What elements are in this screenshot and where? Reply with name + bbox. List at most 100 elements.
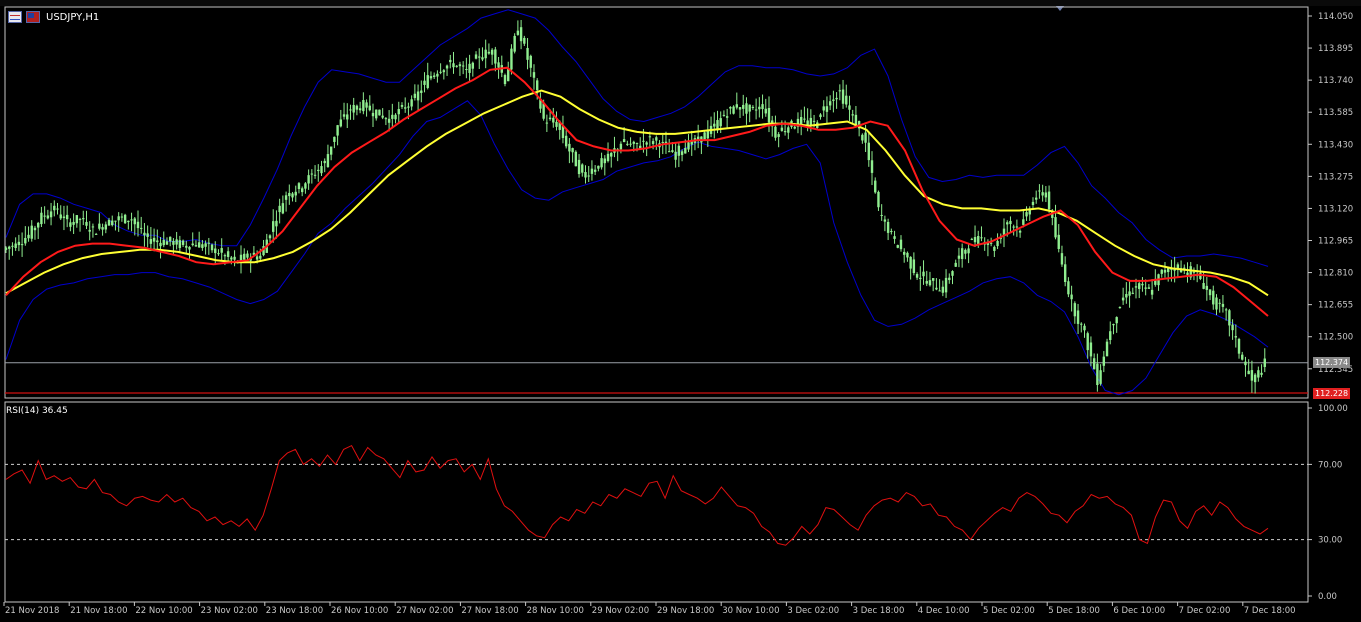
- candle-body: [284, 195, 288, 200]
- candle-body: [890, 230, 893, 232]
- candle-body: [133, 218, 136, 225]
- candle-body: [532, 72, 536, 78]
- candle-body: [8, 246, 11, 249]
- chart-table-icon[interactable]: [8, 11, 22, 23]
- candle-body: [156, 240, 159, 243]
- candle-body: [1054, 217, 1057, 238]
- candle-body: [297, 183, 301, 190]
- candle-body: [281, 203, 285, 214]
- candle-body: [368, 105, 371, 111]
- candle-body: [622, 139, 626, 143]
- candle-body: [1257, 370, 1260, 378]
- candle-body: [973, 237, 977, 243]
- candle-body: [400, 105, 404, 107]
- candle-body: [1060, 253, 1064, 265]
- candle-body: [603, 158, 607, 164]
- candle-body: [455, 65, 458, 67]
- candle-body: [452, 63, 455, 68]
- candle-body: [925, 281, 928, 284]
- candle-body: [413, 93, 417, 98]
- symbol-flag-icon[interactable]: [26, 11, 40, 23]
- candle-body: [635, 142, 639, 144]
- candle-body: [555, 121, 558, 127]
- candle-body: [394, 114, 397, 120]
- candle-body: [365, 102, 368, 108]
- candle-body: [423, 80, 426, 85]
- candle-body: [944, 277, 948, 293]
- candle-body: [552, 117, 555, 123]
- candle-body: [1044, 192, 1048, 198]
- candle-body: [1109, 331, 1112, 341]
- candle-body: [519, 27, 523, 42]
- candle-body: [136, 221, 140, 229]
- candle-body: [181, 240, 185, 245]
- candle-body: [168, 236, 172, 242]
- candle-body: [1134, 286, 1138, 288]
- candle-body: [484, 49, 487, 59]
- price-axis-label: 113.275: [1318, 172, 1353, 182]
- candle-body: [487, 51, 491, 54]
- candle-body: [651, 141, 655, 144]
- candle-body: [1260, 372, 1263, 375]
- candle-body: [841, 89, 845, 104]
- candle-body: [85, 221, 88, 226]
- candle-body: [94, 233, 98, 235]
- candle-body: [1006, 222, 1009, 225]
- candle-body: [1212, 290, 1215, 305]
- candle-body: [703, 132, 706, 141]
- candle-body: [69, 222, 72, 227]
- candle-body: [233, 256, 236, 260]
- rsi-axis-label: 0.00: [1318, 592, 1337, 602]
- candle-body: [1099, 370, 1102, 384]
- candle-body: [429, 76, 433, 79]
- candle-body: [577, 159, 581, 175]
- candle-body: [268, 235, 272, 239]
- candle-body: [1150, 289, 1154, 295]
- candle-body: [845, 95, 848, 105]
- candle-body: [14, 243, 17, 248]
- candle-body: [1025, 212, 1028, 217]
- candle-body: [1012, 226, 1015, 228]
- candle-body: [1083, 325, 1086, 331]
- candle-body: [1208, 289, 1212, 296]
- candle-body: [358, 108, 362, 111]
- candle-body: [310, 173, 314, 175]
- chart-canvas[interactable]: 114.050 113.895 113.740 113.585 113.430 113.2…: [0, 0, 1361, 622]
- candle-body: [1073, 303, 1077, 317]
- candle-body: [851, 114, 854, 116]
- candle-body: [1160, 269, 1163, 274]
- candle-body: [1250, 370, 1254, 381]
- candle-body: [490, 49, 494, 55]
- candle-body: [909, 256, 912, 269]
- candle-body: [1041, 192, 1044, 196]
- candle-body: [197, 242, 201, 248]
- candle-body: [713, 123, 716, 127]
- candle-body: [104, 224, 108, 230]
- candle-body: [729, 107, 732, 109]
- candle-body: [207, 242, 211, 244]
- candle-body: [980, 237, 983, 239]
- candle-body: [333, 136, 336, 142]
- candle-body: [1002, 228, 1006, 235]
- candle-body: [793, 126, 796, 129]
- candle-body: [130, 219, 133, 221]
- candle-body: [877, 191, 880, 208]
- candle-body: [1247, 370, 1250, 375]
- candle-body: [848, 105, 851, 110]
- candle-body: [564, 135, 568, 147]
- candle-body: [165, 241, 169, 245]
- candle-body: [339, 119, 343, 127]
- candle-body: [259, 255, 262, 259]
- price-axis-label: 112.500: [1318, 333, 1353, 343]
- candle-body: [329, 146, 333, 155]
- candle-body: [735, 104, 739, 108]
- candle-body: [468, 63, 471, 73]
- candle-body: [1125, 294, 1128, 298]
- candle-body: [758, 106, 761, 110]
- candle-body: [349, 109, 352, 111]
- chart-window[interactable]: 114.050 113.895 113.740 113.585 113.430 113.2…: [0, 0, 1361, 622]
- candle-body: [1047, 191, 1051, 210]
- candle-body: [1192, 271, 1196, 273]
- candle-body: [407, 106, 410, 108]
- chart-title-bar: USDJPY,H1: [8, 10, 99, 24]
